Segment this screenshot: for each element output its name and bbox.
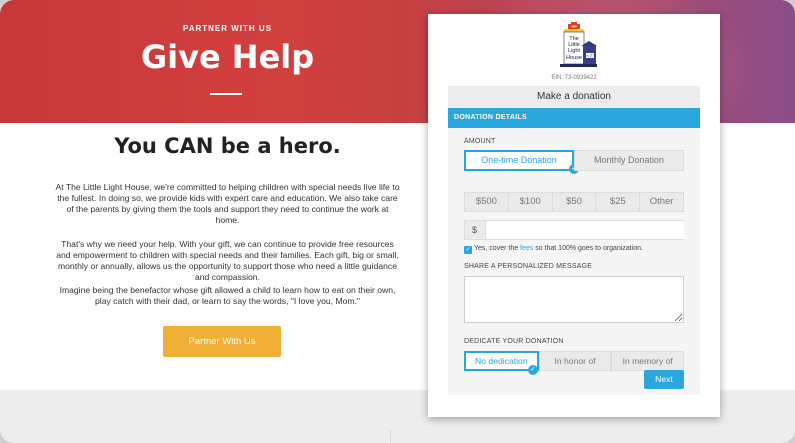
fees-link[interactable]: fees [520,245,533,252]
amount-options: $500 $100 $50 $25 Other [464,192,684,212]
cover-fees-row[interactable]: ✓ Yes, cover the fees so that 100% goes t… [464,245,643,254]
amount-50-option[interactable]: $50 [553,193,597,211]
page: PARTNER WITH US Give Help You CAN be a h… [0,0,795,443]
logo-area: The Little Light House Est.1972 EIN: 73-… [428,14,720,86]
intro-paragraph-3: Imagine being the benefactor whose gift … [59,285,396,306]
dedication-check-icon: ✓ [528,365,538,375]
footer-divider [390,430,391,443]
make-donation-title: Make a donation [448,86,700,108]
intro-paragraph-1: At The Little Light House, we're committ… [55,182,400,225]
hero-title: Give Help [140,38,315,76]
personalized-message-textarea[interactable] [464,276,684,323]
one-time-donation-option[interactable]: One-time Donation [464,150,574,171]
amount-100-option[interactable]: $100 [509,193,553,211]
donation-details-panel: DONATION DETAILS AMOUNT One-time Donatio… [448,108,700,395]
donation-details-header: DONATION DETAILS [448,108,700,128]
in-memory-of-option[interactable]: In memory of [611,351,685,371]
little-light-house-logo: The Little Light House Est.1972 [560,22,597,67]
dedication-options: No dedication In honor of In memory of [464,351,685,371]
next-button[interactable]: Next [644,370,684,389]
amount-25-option[interactable]: $25 [596,193,641,211]
dedicate-label: DEDICATE YOUR DONATION [464,338,564,345]
amount-500-option[interactable]: $500 [465,193,509,211]
cover-fees-text-after: so that 100% goes to organization. [533,245,644,252]
currency-symbol: $ [472,225,478,235]
amount-other-option[interactable]: Other [640,193,683,211]
intro-paragraph-2: That's why we need your help. With your … [56,239,399,282]
message-label: SHARE A PERSONALIZED MESSAGE [464,263,593,270]
donation-form-card: The Little Light House Est.1972 EIN: 73-… [428,14,720,417]
logo-badge: Est.1972 [585,54,596,58]
cover-fees-text-before: Yes, cover the [474,245,521,252]
ein-number: EIN: 73-0939422 [551,75,597,81]
monthly-donation-option[interactable]: Monthly Donation [574,150,684,171]
logo-word-3: Light [568,48,580,54]
hero-eyebrow: PARTNER WITH US [182,24,273,33]
custom-amount-input[interactable] [485,221,684,239]
partner-with-us-button[interactable]: Partner With Us [163,326,281,357]
amount-label: AMOUNT [464,138,496,145]
in-honor-of-option[interactable]: In honor of [538,351,612,371]
cover-fees-checkbox[interactable]: ✓ [464,246,472,254]
logo-word-4: House [566,55,582,61]
intro-heading: You CAN be a hero. [114,134,341,158]
custom-amount-field: $ [464,220,684,240]
hero-divider [210,93,242,95]
